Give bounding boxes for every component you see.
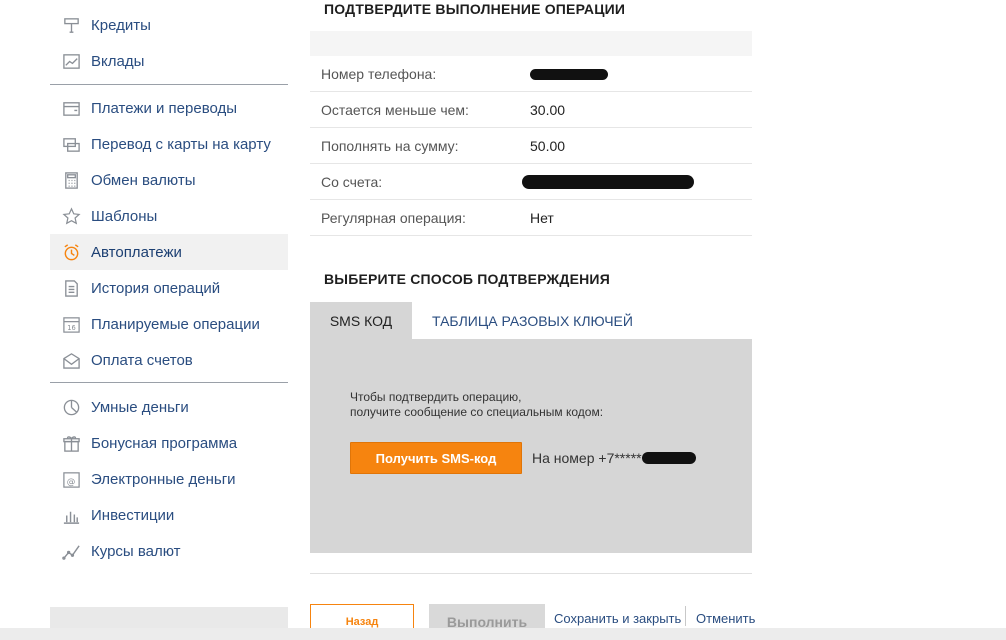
row-label: Остается меньше чем:	[321, 101, 469, 118]
method-title: ВЫБЕРИТЕ СПОСОБ ПОДТВЕРЖДЕНИЯ	[324, 271, 610, 287]
sms-tab-panel: Чтобы подтвердить операцию, получите соо…	[310, 339, 752, 553]
bar-chart-icon	[61, 505, 81, 525]
calculator-icon	[61, 170, 81, 190]
confirm-method-tabs: SMS КОД ТАБЛИЦА РАЗОВЫХ КЛЮЧЕЙ	[310, 302, 752, 339]
sidebar-item-label: Обмен валюты	[91, 171, 196, 189]
save-close-link[interactable]: Сохранить и закрыть	[554, 611, 681, 626]
sidebar-item-label: Платежи и переводы	[91, 99, 238, 117]
pie-chart-icon	[61, 397, 81, 417]
confirm-title: ПОДТВЕРДИТЕ ВЫПОЛНЕНИЕ ОПЕРАЦИИ	[324, 1, 626, 17]
envelope-icon	[61, 350, 81, 370]
sidebar-item-history[interactable]: История операций	[50, 270, 288, 306]
detail-row-phone: Номер телефона:	[310, 56, 752, 92]
sidebar-item-card-transfer[interactable]: Перевод с карты на карту	[50, 126, 288, 162]
alarm-clock-icon	[61, 242, 81, 262]
row-value: 50.00	[530, 137, 566, 154]
sidebar-item-label: Перевод с карты на карту	[91, 135, 271, 153]
sidebar-item-label: Бонусная программа	[91, 434, 238, 452]
row-label: Номер телефона:	[321, 65, 437, 82]
gift-icon	[61, 433, 81, 453]
tab-label: ТАБЛИЦА РАЗОВЫХ КЛЮЧЕЙ	[432, 312, 633, 329]
e-money-icon: @	[61, 469, 81, 489]
sidebar-item-payments[interactable]: Платежи и переводы	[50, 90, 288, 126]
sidebar-item-label: Курсы валют	[91, 542, 181, 560]
confirmation-panel: ПОДТВЕРДИТЕ ВЫПОЛНЕНИЕ ОПЕРАЦИИ Номер те…	[310, 0, 755, 640]
sidebar-item-smart-money[interactable]: Умные деньги	[50, 389, 288, 425]
link-separator	[685, 606, 686, 626]
sidebar-item-investments[interactable]: Инвестиции	[50, 497, 288, 533]
sidebar-item-label: Оплата счетов	[91, 351, 193, 369]
instruction-line: получите сообщение со специальным кодом:	[350, 405, 604, 419]
sidebar-item-credits[interactable]: Кредиты	[50, 7, 288, 43]
sidebar-item-label: Умные деньги	[91, 398, 189, 416]
instruction-line: Чтобы подтвердить операцию,	[350, 390, 522, 404]
sidebar-item-e-money[interactable]: @ Электронные деньги	[50, 461, 288, 497]
sidebar-item-bills[interactable]: Оплата счетов	[50, 342, 288, 378]
detail-row-regular: Регулярная операция: Нет	[310, 200, 752, 236]
tab-sms-code[interactable]: SMS КОД	[310, 302, 412, 339]
sidebar-divider	[50, 84, 288, 85]
detail-row-amount: Пополнять на сумму: 50.00	[310, 128, 752, 164]
star-icon	[61, 206, 81, 226]
sms-instruction: Чтобы подтвердить операцию, получите соо…	[350, 390, 603, 420]
phone-note: На номер +7*****	[532, 450, 642, 466]
svg-text:@: @	[66, 477, 75, 487]
header-band	[310, 31, 752, 56]
loan-icon	[61, 15, 81, 35]
phone-note-text: На номер +7*****	[532, 450, 642, 466]
svg-text:16: 16	[67, 324, 75, 332]
detail-row-account: Со счета:	[310, 164, 752, 200]
sidebar-item-label: Планируемые операции	[91, 315, 260, 333]
row-label: Регулярная операция:	[321, 209, 466, 226]
calendar-icon: 16	[61, 314, 81, 334]
page-bottom-strip	[0, 628, 1006, 640]
tab-label: SMS КОД	[329, 312, 393, 329]
sidebar-item-label: Шаблоны	[91, 207, 158, 225]
redacted-phone-tail	[642, 452, 696, 464]
sidebar-item-exchange-rates[interactable]: Курсы валют	[50, 533, 288, 569]
sidebar-nav: Кредиты Вклады Платежи и переводы Перево…	[50, 0, 288, 640]
chart-icon	[61, 51, 81, 71]
sidebar-item-autopayments[interactable]: Автоплатежи	[50, 234, 288, 270]
row-value: Нет	[530, 209, 554, 226]
sidebar-item-label: Автоплатежи	[91, 243, 182, 261]
actions-divider	[310, 573, 752, 574]
document-icon	[61, 278, 81, 298]
sidebar-item-bonus[interactable]: Бонусная программа	[50, 425, 288, 461]
redacted-phone	[530, 69, 608, 80]
sidebar-item-planned[interactable]: 16 Планируемые операции	[50, 306, 288, 342]
get-sms-code-button[interactable]: Получить SMS-код	[350, 442, 522, 474]
sidebar-item-label: История операций	[91, 279, 221, 297]
sidebar-item-label: Инвестиции	[91, 506, 175, 524]
sidebar-divider	[50, 382, 288, 383]
redacted-account	[522, 175, 694, 189]
sidebar-item-deposits[interactable]: Вклады	[50, 43, 288, 79]
detail-row-threshold: Остается меньше чем: 30.00	[310, 92, 752, 128]
sidebar-item-currency-exchange[interactable]: Обмен валюты	[50, 162, 288, 198]
row-value: 30.00	[530, 101, 566, 118]
cancel-link[interactable]: Отменить	[696, 611, 755, 626]
tab-one-time-keys[interactable]: ТАБЛИЦА РАЗОВЫХ КЛЮЧЕЙ	[432, 302, 633, 339]
card-transfer-icon	[61, 134, 81, 154]
sidebar-item-templates[interactable]: Шаблоны	[50, 198, 288, 234]
wallet-icon	[61, 98, 81, 118]
sidebar-item-label: Вклады	[91, 52, 145, 70]
sidebar-item-label: Кредиты	[91, 16, 151, 34]
sidebar-item-label: Электронные деньги	[91, 470, 236, 488]
row-label: Со счета:	[321, 173, 383, 190]
row-label: Пополнять на сумму:	[321, 137, 459, 154]
line-chart-icon	[61, 541, 81, 561]
